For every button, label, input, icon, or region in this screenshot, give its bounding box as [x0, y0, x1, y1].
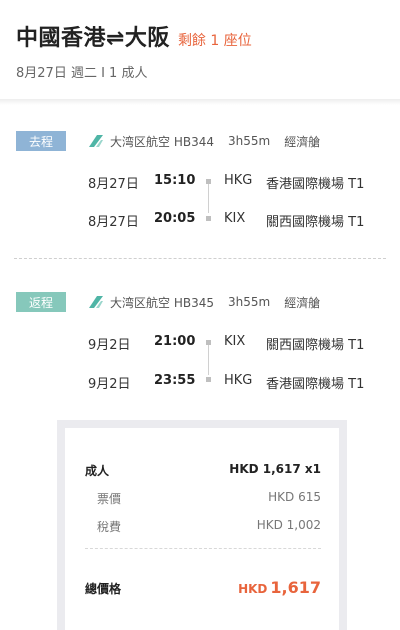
total-currency: HKD	[238, 582, 268, 596]
return-departure-row: 9月2日 21:00 KIX 關西國際機場 T1	[0, 331, 400, 353]
return-tag: 返程	[16, 292, 66, 312]
arrival-time: 23:55	[154, 373, 196, 388]
return-cabin: 經濟艙	[284, 295, 321, 310]
arrival-date: 9月2日	[88, 377, 131, 392]
price-divider	[85, 548, 321, 549]
tax-label: 稅費	[97, 520, 122, 534]
departure-airport: 關西國際機場 T1	[266, 338, 365, 353]
title-row: 中國香港⇌大阪 剩餘 1 座位	[16, 20, 252, 52]
fare-label: 票價	[97, 492, 122, 506]
total-price-row: 總價格 HKD 1,617	[85, 578, 321, 600]
arrival-time: 20:05	[154, 211, 196, 226]
outbound-header: 去程 大湾区航空 HB344 3h55m 經濟艙	[16, 131, 320, 151]
tax-value: HKD 1,002	[256, 518, 321, 532]
segment-divider	[14, 258, 386, 259]
outbound-cabin: 經濟艙	[284, 134, 321, 149]
arrival-airport-code: HKG	[224, 373, 253, 388]
airline-tail-icon	[89, 135, 103, 147]
price-breakdown-card: 成人 HKD 1,617 x1 票價 HKD 615 稅費 HKD 1,002 …	[57, 420, 347, 630]
outbound-airline: 大湾区航空 HB344	[110, 134, 214, 149]
departure-date: 8月27日	[88, 177, 139, 192]
arrival-airport: 香港國際機場 T1	[266, 377, 365, 392]
departure-airport-code: HKG	[224, 173, 253, 188]
return-header: 返程 大湾区航空 HB345 3h55m 經濟艙	[16, 292, 320, 312]
adult-label: 成人	[85, 464, 110, 478]
arrival-date: 8月27日	[88, 215, 139, 230]
route-title: 中國香港⇌大阪	[16, 26, 170, 51]
header-divider	[0, 99, 400, 105]
total-label: 總價格	[85, 582, 122, 596]
outbound-arrival-row: 8月27日 20:05 KIX 關西國際機場 T1	[0, 208, 400, 230]
return-duration: 3h55m	[227, 295, 271, 309]
outbound-departure-row: 8月27日 15:10 HKG 香港國際機場 T1	[0, 170, 400, 192]
return-arrival-row: 9月2日 23:55 HKG 香港國際機場 T1	[0, 370, 400, 392]
airline-tail-icon	[89, 296, 103, 308]
total-amount: 1,617	[270, 578, 321, 597]
trip-summary: 8月27日 週二 I 1 成人	[16, 66, 148, 81]
outbound-tag: 去程	[16, 131, 66, 151]
fare-value: HKD 615	[268, 490, 321, 504]
seats-left-badge: 剩餘 1 座位	[177, 33, 252, 49]
total-price: HKD 1,617	[238, 578, 321, 597]
departure-airport-code: KIX	[224, 334, 246, 349]
departure-date: 9月2日	[88, 338, 131, 353]
departure-time: 15:10	[154, 173, 196, 188]
departure-airport: 香港國際機場 T1	[266, 177, 365, 192]
arrival-airport-code: KIX	[224, 211, 246, 226]
outbound-duration: 3h55m	[227, 134, 271, 148]
adult-price: HKD 1,617 x1	[229, 462, 321, 476]
departure-time: 21:00	[154, 334, 196, 349]
trip-header: 中國香港⇌大阪 剩餘 1 座位 8月27日 週二 I 1 成人	[0, 0, 400, 100]
return-airline: 大湾区航空 HB345	[110, 295, 214, 310]
arrival-airport: 關西國際機場 T1	[266, 215, 365, 230]
